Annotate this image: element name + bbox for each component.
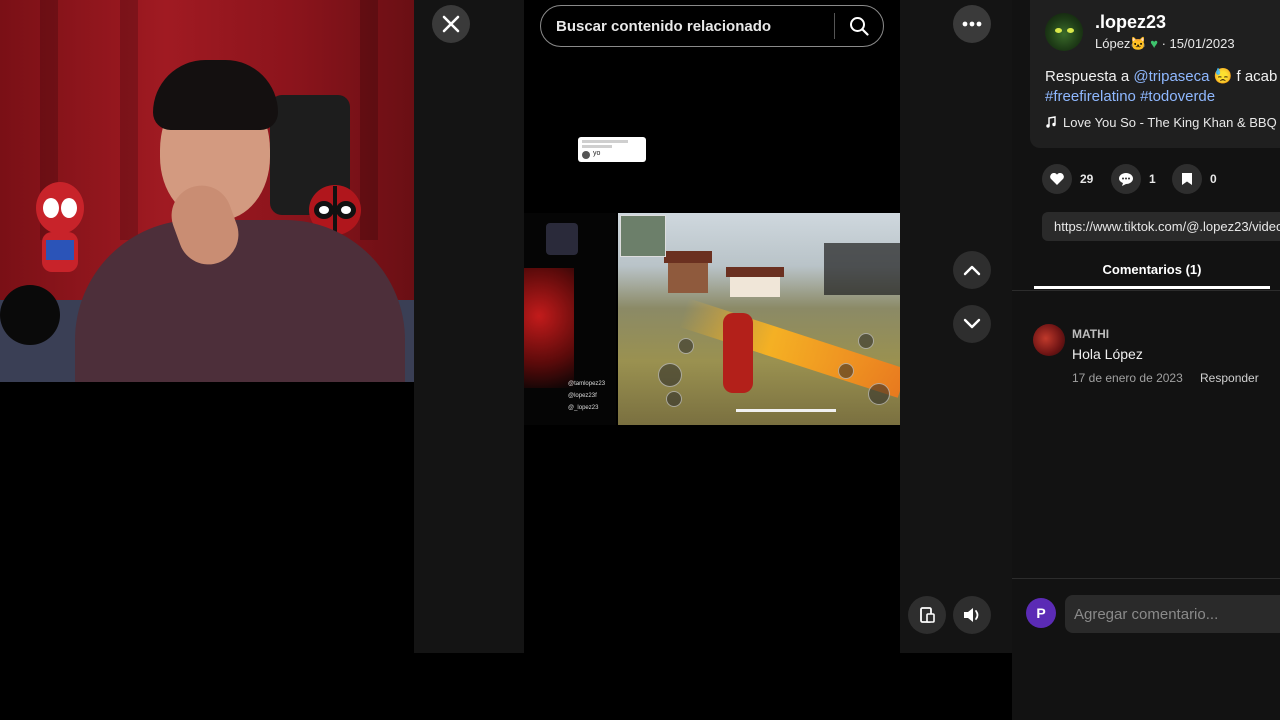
game-building xyxy=(730,275,780,297)
game-hud-button xyxy=(666,391,682,407)
comment-icon xyxy=(1119,172,1133,186)
video-player-area: yo @tamlopez23 @lopez23f @_lopez23 xyxy=(414,0,1012,653)
cat-emoji-icon: 🐱 xyxy=(1130,36,1147,51)
volume-button[interactable] xyxy=(953,596,991,634)
previous-video-button[interactable] xyxy=(953,251,991,289)
author-username[interactable]: .lopez23 xyxy=(1095,12,1166,33)
streamer-branding-strip: @tamlopez23 @lopez23f @_lopez23 xyxy=(524,213,616,425)
comment-date: 17 de enero de 2023 xyxy=(1072,371,1183,385)
save-count: 0 xyxy=(1210,172,1217,186)
music-info[interactable]: Love You So - The King Khan & BBQ xyxy=(1045,115,1277,130)
music-title: Love You So - The King Khan & BBQ xyxy=(1063,115,1277,130)
author-meta: López🐱 ♥ · 15/01/2023 xyxy=(1095,36,1235,51)
search-icon xyxy=(850,17,869,36)
social-handle: @_lopez23 xyxy=(568,405,599,411)
tab-divider xyxy=(1012,290,1280,291)
game-minimap xyxy=(620,215,666,257)
music-note-icon xyxy=(1046,116,1056,128)
reply-bubble: yo xyxy=(578,137,646,162)
avatar-eye xyxy=(1055,28,1062,33)
current-user-avatar: P xyxy=(1026,598,1056,628)
game-hud-button xyxy=(838,363,854,379)
comment-text: Hola López xyxy=(1072,346,1143,362)
game-health-bar xyxy=(736,409,836,412)
curtain-fold xyxy=(120,0,138,240)
game-hud-button xyxy=(658,363,682,387)
tab-active-indicator xyxy=(1034,286,1270,289)
microphone xyxy=(0,285,60,345)
volume-icon xyxy=(964,608,979,622)
comment-circle[interactable] xyxy=(1111,164,1141,194)
like-count: 29 xyxy=(1080,172,1094,186)
branding-art xyxy=(524,268,574,388)
post-date: 15/01/2023 xyxy=(1169,36,1235,51)
search-button[interactable] xyxy=(835,6,883,46)
report-button[interactable] xyxy=(908,596,946,634)
game-weapon-panel xyxy=(824,243,900,295)
save-button[interactable]: 0 xyxy=(1172,164,1217,194)
search-bar[interactable] xyxy=(540,5,884,47)
comment-reply-button[interactable]: Responder xyxy=(1200,371,1259,385)
close-icon xyxy=(442,15,460,33)
next-video-button[interactable] xyxy=(953,305,991,343)
social-handle: @tamlopez23 xyxy=(568,381,606,387)
streamer-hair xyxy=(153,60,278,130)
close-button[interactable] xyxy=(432,5,470,43)
game-hud-button xyxy=(858,333,874,349)
game-building-roof xyxy=(664,251,712,263)
webcam-overlay xyxy=(0,0,414,382)
game-character xyxy=(723,313,753,393)
bookmark-icon xyxy=(1182,173,1192,185)
chevron-down-icon xyxy=(963,318,981,329)
composer-divider xyxy=(1012,578,1280,579)
tab-comments[interactable]: Comentarios (1) xyxy=(1034,262,1270,277)
hashtag-link[interactable]: #todoverde xyxy=(1140,88,1215,105)
spiderman-plush xyxy=(36,182,84,272)
copy-link-field[interactable]: https://www.tiktok.com/@.lopez23/video xyxy=(1042,212,1280,241)
gameplay-footage xyxy=(618,213,900,425)
avatar-eye xyxy=(1067,28,1074,33)
game-building xyxy=(668,261,708,293)
streamer-body xyxy=(75,220,405,382)
game-building-roof xyxy=(726,267,784,277)
video-info-panel: .lopez23 López🐱 ♥ · 15/01/2023 Respuesta… xyxy=(1012,0,1280,720)
report-icon xyxy=(920,607,935,623)
chevron-up-icon xyxy=(963,265,981,276)
like-circle[interactable] xyxy=(1042,164,1072,194)
more-horizontal-icon xyxy=(962,21,982,27)
mention-link[interactable]: @tripaseca xyxy=(1133,68,1209,85)
video-description: Respuesta a @tripaseca 😓 f acab #freefir… xyxy=(1045,67,1277,107)
description-prefix: Respuesta a xyxy=(1045,68,1134,85)
game-hud-button xyxy=(868,383,890,405)
author-display-name: López xyxy=(1095,36,1131,51)
channel-logo xyxy=(546,223,578,255)
search-input[interactable] xyxy=(541,16,834,36)
green-heart-icon: ♥ xyxy=(1150,36,1158,51)
save-circle[interactable] xyxy=(1172,164,1202,194)
commenter-username[interactable]: MATHI xyxy=(1072,327,1109,341)
social-handle: @lopez23f xyxy=(568,393,597,399)
hashtag-link[interactable]: #freefirelatino xyxy=(1045,88,1136,105)
description-suffix: 😓 f acab xyxy=(1209,68,1278,85)
commenter-avatar[interactable] xyxy=(1033,324,1065,356)
heart-icon xyxy=(1050,172,1064,185)
reply-bubble-text: yo xyxy=(593,150,601,157)
game-hud-button xyxy=(678,338,694,354)
author-avatar[interactable] xyxy=(1045,13,1083,51)
more-options-button[interactable] xyxy=(953,5,991,43)
add-comment-input[interactable] xyxy=(1065,595,1280,633)
like-button[interactable]: 29 xyxy=(1042,164,1093,194)
comment-button[interactable]: 1 xyxy=(1111,164,1156,194)
comment-count: 1 xyxy=(1149,172,1156,186)
